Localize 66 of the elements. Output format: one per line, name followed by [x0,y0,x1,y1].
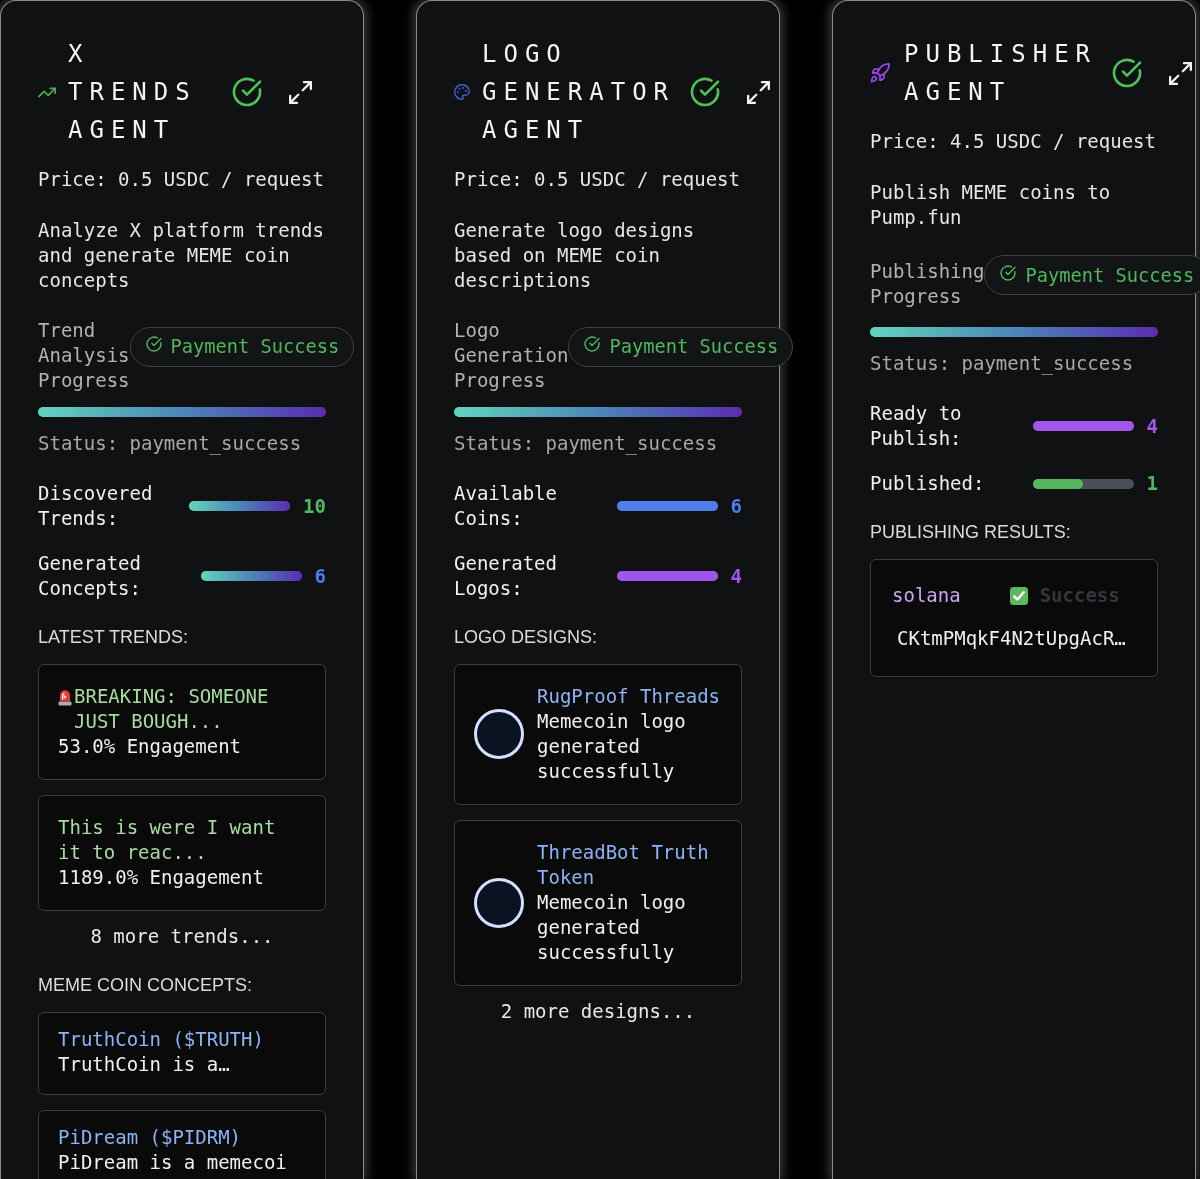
check-circle-icon [1112,58,1143,88]
payment-status-text: Payment Success [1025,263,1195,288]
stat-value: 10 [303,493,326,519]
stat-value: 6 [314,563,326,589]
stat-label: Generated Concepts: [38,551,142,601]
progress-label: Publishing Progress [870,259,985,309]
trend-title: This is were I want it to reac... [58,815,277,865]
status-text: Status: payment_success [38,431,303,456]
description-text: Publish MEME coins to Pump.fun [870,180,1112,230]
section-heading: PUBLISHING RESULTS: [870,521,1072,543]
concept-title: PiDream ($PIDRM) [58,1125,243,1150]
engagement-text: 53.0% Engagement [58,734,243,759]
section-heading: LOGO DESIGNS: [454,626,599,648]
agent-title: LOGO GENERATOR AGENT [482,39,676,146]
expand-icon[interactable] [289,80,312,104]
payment-status-text: Payment Success [170,335,340,359]
expand-icon[interactable] [1169,61,1193,85]
engagement-text: 1189.0% Engagement [58,865,265,890]
design-description: Memecoin logo generated successfully [537,890,687,965]
stat-label: Discovered Trends: [38,481,154,531]
concept-description: PiDream is a memecoi [58,1150,288,1175]
progress-label: Logo Generation Progress [454,318,569,393]
more-count-text: 8 more trends... [90,924,274,949]
price-text: Price: 0.5 USDC / request [454,167,741,192]
stat-label: Available Coins: [454,481,558,531]
check-circle-icon [232,77,262,107]
check-circle-icon [145,336,162,352]
check-square-icon [1009,586,1028,605]
payment-status-text: Payment Success [609,335,779,359]
agent-title: PUBLISHER AGENT [904,39,1098,108]
section-heading: LATEST TRENDS: [38,626,190,648]
design-title: RugProof Threads [537,684,722,709]
stat-label: Generated Logos: [454,551,558,601]
stat-value: 4 [730,563,742,589]
description-text: Generate logo designs based on MEME coin descriptions [454,218,696,293]
siren-icon [58,687,72,706]
design-description: Memecoin logo generated successfully [537,709,687,784]
check-circle-icon [584,336,601,352]
status-text: Status: payment_success [454,431,719,456]
network-name: solana [892,583,961,608]
palette-icon [454,84,470,100]
stat-value: 6 [730,493,742,519]
trend-title: BREAKING: SOMEONE JUST BOUGH... [74,684,270,734]
stat-value: 1 [1146,471,1158,496]
section-heading: MEME COIN CONCEPTS: [38,974,253,996]
status-text: Status: payment_success [870,351,1135,376]
check-circle-icon [690,77,721,107]
check-circle-icon [1000,264,1017,281]
more-count-text: 2 more designs... [500,999,696,1024]
expand-icon[interactable] [747,80,771,104]
progress-label: Trend Analysis Progress [38,318,130,393]
price-text: Price: 4.5 USDC / request [870,129,1157,154]
logo-placeholder [474,709,524,759]
concept-title: TruthCoin ($TRUTH) [58,1027,265,1052]
agent-title: X TRENDS AGENT [68,39,198,146]
logo-placeholder [474,877,524,928]
stat-label: Published: [870,471,985,496]
description-text: Analyze X platform trends and generate MEME coin concepts [38,218,325,293]
stat-label: Ready to Publish: [870,401,963,451]
concept-description: TruthCoin is a… [58,1052,231,1077]
trending-up-icon [38,86,56,98]
price-text: Price: 0.5 USDC / request [38,167,325,192]
design-title: ThreadBot Truth Token [537,840,710,890]
stat-value: 4 [1146,413,1158,439]
rocket-icon [870,63,890,83]
address-text: CKtmPMqkF4N2tUpgAcR… [896,626,1126,651]
